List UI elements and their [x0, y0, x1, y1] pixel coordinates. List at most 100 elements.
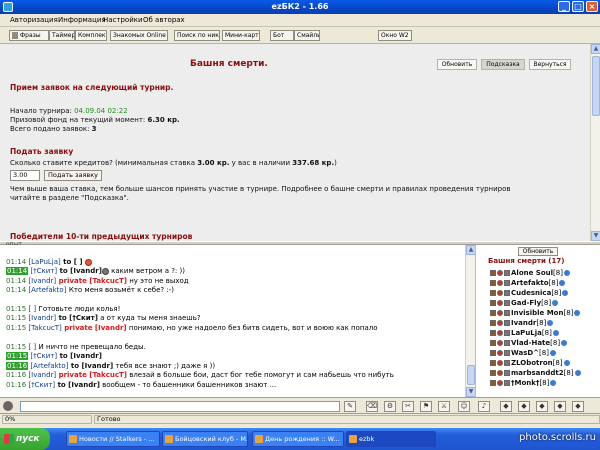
chat-target[interactable]: [Ivandr] — [95, 324, 127, 332]
chat-target[interactable]: [Ivandr] — [70, 352, 102, 360]
task-birthday[interactable]: День рождения :: W... — [252, 431, 344, 447]
online-user-name[interactable]: Ivandr — [511, 319, 536, 327]
smiley-icon[interactable]: ☺ — [458, 401, 470, 412]
online-user[interactable]: WasD^[8] — [490, 348, 556, 358]
back-button[interactable]: Вернуться — [529, 59, 571, 70]
info-icon[interactable] — [552, 300, 559, 306]
online-user-name[interactable]: marbsanddt2 — [511, 369, 564, 377]
online-user-name[interactable]: Gad-Fly — [511, 299, 541, 307]
chat-nick[interactable]: [Artefakto] — [30, 362, 68, 370]
online-user[interactable]: Artefakto[8] — [490, 278, 566, 288]
toolbar-nick-search-button[interactable]: Поиск по нику — [174, 30, 220, 41]
scroll-up-icon[interactable]: ▲ — [591, 44, 600, 54]
task-ezbk[interactable]: ezbk — [346, 431, 436, 447]
online-user[interactable]: Vlad-Hate[8] — [490, 338, 568, 348]
fight-icon[interactable]: ⚔ — [438, 401, 450, 412]
tool3-icon[interactable]: ◆ — [536, 401, 548, 412]
chat-target[interactable]: [Ivandr] — [68, 381, 100, 389]
chat-nick[interactable]: [Artefakto] — [28, 286, 66, 294]
chat-input[interactable] — [20, 401, 340, 412]
scroll-down-icon[interactable]: ▼ — [591, 231, 600, 241]
chat-target[interactable]: [TakcucT] — [89, 371, 127, 379]
chat-nick[interactable]: [ ] — [28, 343, 36, 351]
tool4-icon[interactable]: ◆ — [554, 401, 566, 412]
online-user[interactable]: Cudesnica[8] — [490, 288, 569, 298]
maximize-button[interactable]: □ — [572, 1, 584, 12]
top-scrollbar[interactable]: ▲ ▼ — [590, 44, 600, 241]
online-user[interactable]: Invisible Mon[8] — [490, 308, 581, 318]
online-user-name[interactable]: Alone Soul — [511, 269, 553, 277]
chat-nick[interactable]: [TakcucT] — [28, 324, 61, 332]
toolbar-w2-window-button[interactable]: Окно W2 — [378, 30, 412, 41]
online-user[interactable]: Ivandr[8] — [490, 318, 554, 328]
online-user-name[interactable]: Cudesnica — [511, 289, 551, 297]
online-user-name[interactable]: Vlad-Hate — [511, 339, 550, 347]
toolbar-friends-online-button[interactable]: Знакомых Online - — [110, 30, 168, 41]
online-user-name[interactable]: Invisible Mon — [511, 309, 563, 317]
online-user[interactable]: marbsanddt2[8] — [490, 368, 581, 378]
info-icon[interactable] — [552, 330, 559, 336]
chat-scroll-thumb[interactable] — [467, 365, 475, 385]
info-icon[interactable] — [547, 320, 554, 326]
submit-application-button[interactable]: Подать заявку — [44, 170, 102, 181]
info-icon[interactable] — [562, 290, 569, 296]
walk-icon[interactable]: ⚑ — [420, 401, 432, 412]
chat-target[interactable]: [Ivandr] — [81, 362, 113, 370]
hint-button[interactable]: Подсказка — [481, 59, 525, 70]
online-user-name[interactable]: WasD^ — [511, 349, 539, 357]
start-button[interactable]: пуск — [0, 428, 50, 450]
clear-icon[interactable]: ✎ — [344, 401, 356, 412]
online-user-name[interactable]: †Monk† — [511, 379, 539, 387]
toolbar-bot-button[interactable]: Бот — [270, 30, 294, 41]
info-icon[interactable] — [550, 380, 557, 386]
info-icon[interactable] — [574, 370, 581, 376]
scroll-thumb[interactable] — [592, 56, 600, 116]
minimize-button[interactable]: _ — [558, 1, 570, 12]
menu-settings[interactable]: Настройки — [103, 16, 143, 24]
chat-nick[interactable]: [Ivandr] — [28, 371, 56, 379]
menu-info[interactable]: Информация — [58, 16, 106, 24]
stake-amount-input[interactable]: 3.00 — [10, 170, 40, 181]
chat-nick[interactable]: [†Скит] — [28, 381, 55, 389]
toolbar-minimap-button[interactable]: Мини-карта — [222, 30, 260, 41]
tool2-icon[interactable]: ◆ — [518, 401, 530, 412]
filter-icon[interactable]: ✂ — [402, 401, 414, 412]
chat-nick[interactable]: [ ] — [28, 305, 36, 313]
chat-target[interactable]: [ ] — [74, 258, 83, 266]
info-icon[interactable] — [561, 340, 568, 346]
toolbar-smileys-button[interactable]: Смайлы — [294, 30, 320, 41]
online-user[interactable]: Gad-Fly[8] — [490, 298, 559, 308]
online-user[interactable]: ZLObotron[8] — [490, 358, 570, 368]
close-button[interactable]: × — [586, 1, 598, 12]
menu-auth[interactable]: Авторизация — [10, 16, 58, 24]
info-icon[interactable] — [549, 350, 556, 356]
chat-target[interactable]: [Ivandr] — [70, 267, 102, 275]
eraser-icon[interactable]: ⌫ — [366, 401, 378, 412]
online-user-name[interactable]: ZLObotron — [511, 359, 553, 367]
online-user[interactable]: †Monk†[8] — [490, 378, 557, 388]
menu-about[interactable]: Об авторах — [143, 16, 185, 24]
wrench-icon[interactable]: ⚙ — [384, 401, 396, 412]
tool1-icon[interactable]: ◆ — [500, 401, 512, 412]
chat-target[interactable]: [†Скит] — [69, 314, 98, 322]
tool5-icon[interactable]: ◆ — [572, 401, 584, 412]
online-user-name[interactable]: Artefakto — [511, 279, 549, 287]
task-news[interactable]: Новости // Stalkers - ... — [66, 431, 160, 447]
chat-target[interactable]: [TakcucT] — [89, 277, 127, 285]
chat-nick[interactable]: [Ivandr] — [28, 277, 56, 285]
info-icon[interactable] — [563, 270, 570, 276]
speaker-icon[interactable]: ♪ — [478, 401, 490, 412]
info-icon[interactable] — [574, 310, 581, 316]
toolbar-kit-button[interactable]: Комплект — [75, 30, 107, 41]
chat-nick[interactable]: [LaPuLja] — [28, 258, 60, 266]
info-icon[interactable] — [559, 280, 566, 286]
toolbar-phrases-button[interactable]: Фразы — [9, 30, 49, 41]
refresh-page-button[interactable]: Обновить — [437, 59, 477, 70]
chat-nick[interactable]: [†Скит] — [30, 352, 57, 360]
online-user-name[interactable]: LaPuLja — [511, 329, 542, 337]
toolbar-timer-button[interactable]: Таймер — [49, 30, 75, 41]
online-user[interactable]: Alone Soul[8] — [490, 268, 570, 278]
online-user[interactable]: LaPuLja[8] — [490, 328, 559, 338]
chat-nick[interactable]: [†Скит] — [30, 267, 57, 275]
chat-nick[interactable]: [Ivandr] — [28, 314, 56, 322]
